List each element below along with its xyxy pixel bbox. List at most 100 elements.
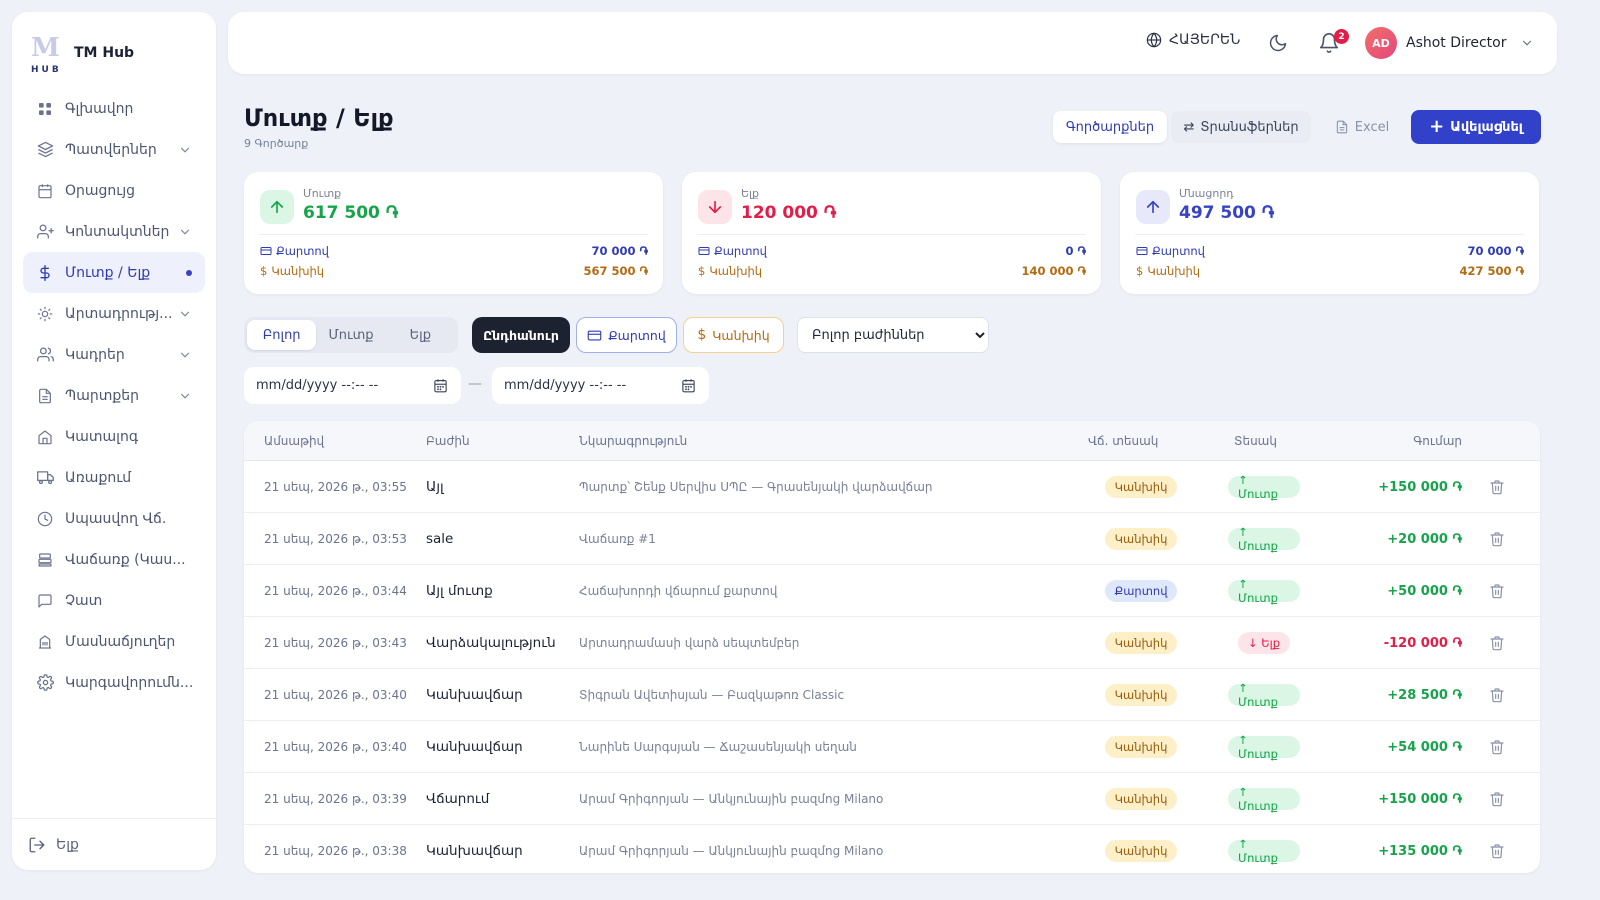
row-amount: +20 000 ֏ — [1387, 531, 1462, 547]
sidebar-item-label: Առաքում — [65, 469, 132, 486]
trash-icon[interactable] — [1489, 669, 1507, 721]
department-select[interactable]: Բոլոր բաժիններ — [797, 317, 989, 353]
moon-icon[interactable] — [1268, 33, 1288, 53]
row-amount: +28 500 ֏ — [1387, 687, 1462, 703]
operations-label: Գործարքներ — [1065, 119, 1155, 135]
card-row-cash: $ Կանխիկ 427 500 ֏ — [1136, 263, 1524, 279]
table-row[interactable]: 21 սեպ, 2026 թ., 03:39 Վճարում Արամ Գրիգոր… — [244, 773, 1540, 825]
trash-icon[interactable] — [1489, 461, 1507, 513]
sidebar-item[interactable]: Առաքում — [23, 457, 205, 498]
table-row[interactable]: 21 սեպ, 2026 թ., 03:43 Վարձակալություն Արտ… — [244, 617, 1540, 669]
table-row[interactable]: 21 սեպ, 2026 թ., 03:38 Կանխավճար Արամ Գրիգ… — [244, 825, 1540, 873]
brand[interactable]: M TM HUB TM Hub — [12, 12, 216, 76]
chevron-down-icon — [180, 393, 190, 399]
payment-type-badge: Կանխիկ — [1104, 736, 1178, 758]
type-badge: ↑ Մուտք — [1228, 681, 1300, 709]
row-date: 21 սեպ, 2026 թ., 03:44 — [264, 584, 407, 598]
excel-label: Excel — [1354, 119, 1390, 135]
card-value: 120 000 ֏ — [741, 203, 837, 223]
language-label: ՀԱՅԵՐԵՆ — [1169, 32, 1241, 48]
row-amount: +150 000 ֏ — [1378, 791, 1462, 807]
language-switcher[interactable]: ՀԱՅԵՐԵՆ — [1146, 32, 1240, 48]
sidebar-item[interactable]: Կատալոգ — [23, 416, 205, 457]
row-type-cell: ↑ Մուտք — [1228, 825, 1300, 873]
tab-all[interactable]: Բոլոր — [247, 320, 317, 350]
table-row[interactable]: 21 սեպ, 2026 թ., 03:40 Կանխավճար Նարինե Սա… — [244, 721, 1540, 773]
sidebar-item[interactable]: Գլխավոր — [23, 88, 205, 129]
user-menu[interactable]: AD Ashot Director — [1365, 27, 1534, 59]
sidebar-item-label: Արտադրությ... — [65, 305, 173, 322]
sidebar-item[interactable]: Սպասվող Վճ. — [23, 498, 205, 539]
trash-icon[interactable] — [1489, 617, 1507, 669]
table-row[interactable]: 21 սեպ, 2026 թ., 03:40 Կանխավճար Տիգրան Ավ… — [244, 669, 1540, 721]
trash-icon[interactable] — [1489, 825, 1507, 873]
row-date: 21 սեպ, 2026 թ., 03:53 — [264, 532, 407, 546]
table-row[interactable]: 21 սեպ, 2026 թ., 03:44 Այլ մուտք Հաճախորդի… — [244, 565, 1540, 617]
sidebar-item[interactable]: Կարգավորումն... — [23, 662, 205, 703]
row-department: Այլ մուտք — [426, 583, 493, 599]
date-from-input[interactable]: mm/dd/yyyy --:-- -- — [244, 367, 461, 404]
row-description: Տիգրան Ավետիսյան — Բազկաթոռ Classic — [579, 688, 845, 702]
filter-cash[interactable]: $ Կանխիկ — [683, 317, 784, 353]
tab-income[interactable]: Մուտք — [316, 320, 385, 350]
sidebar-item[interactable]: Կոնտակտներ — [23, 211, 205, 252]
truck-icon — [36, 469, 54, 487]
summary-card: Մուտք 617 500 ֏ Քարտով 70 000 ֏ $ Կանխիկ 567 5… — [244, 172, 663, 294]
row-payment-cell: Կանխիկ — [1104, 825, 1178, 873]
filter-card-label: Քարտով — [608, 327, 666, 343]
row-description: Վաճառք #1 — [579, 532, 656, 546]
credit-card-icon — [260, 245, 272, 257]
card-value: 617 500 ֏ — [303, 203, 399, 223]
excel-button[interactable]: Excel — [1325, 111, 1399, 143]
date-to-input[interactable]: mm/dd/yyyy --:-- -- — [492, 367, 709, 404]
col-payment-type[interactable]: Վճ. տեսակ — [1088, 434, 1158, 448]
transfers-tab[interactable]: ⇄ Տրանսֆերներ — [1171, 111, 1311, 143]
card-row-card: Քարտով 70 000 ֏ — [260, 243, 648, 259]
sidebar-item[interactable]: Չատ — [23, 580, 205, 621]
sidebar-item[interactable]: Մուտք / Ելք — [23, 252, 205, 293]
type-badge: ↑ Մուտք — [1228, 837, 1300, 865]
row-type-cell: ↑ Մուտք — [1228, 669, 1300, 721]
table-row[interactable]: 21 սեպ, 2026 թ., 03:53 sale Վաճառք #1 Կանխի… — [244, 513, 1540, 565]
row-date: 21 սեպ, 2026 թ., 03:55 — [264, 480, 407, 494]
row-description: Արամ Գրիգորյան — Անկյունային բազմոց Mila… — [579, 844, 884, 858]
calendar-icon[interactable] — [681, 378, 696, 393]
gear-icon — [36, 674, 54, 692]
trash-icon[interactable] — [1489, 513, 1507, 565]
type-filter-tabs: Բոլոր Մուտք Ելք — [244, 317, 458, 353]
col-date[interactable]: Ամսաթիվ — [264, 434, 324, 448]
sidebar-item[interactable]: Պարտքեր — [23, 375, 205, 416]
trash-icon[interactable] — [1489, 721, 1507, 773]
page-subtitle: 9 Գործարք — [244, 137, 309, 150]
col-department[interactable]: Բաժին — [426, 434, 470, 448]
page-title: Մուտք / Ելք — [244, 104, 394, 132]
calendar-icon[interactable] — [433, 378, 448, 393]
row-description: Նարինե Սարգսյան — Ճաշասենյակի սեղան — [579, 740, 857, 754]
type-badge: ↑ Մուտք — [1228, 733, 1300, 761]
filter-card[interactable]: Քարտով — [576, 317, 677, 353]
add-button[interactable]: + Ավելացնել — [1411, 110, 1541, 144]
sidebar-item[interactable]: Օրացույց — [23, 170, 205, 211]
sidebar-item[interactable]: Մասնաճյուղեր — [23, 621, 205, 662]
row-type-cell: ↑ Մուտք — [1228, 513, 1300, 565]
sidebar-item[interactable]: Պատվերներ — [23, 129, 205, 170]
table-row[interactable]: 21 սեպ, 2026 թ., 03:55 Այլ Պարտք՝ Շենք Սեր… — [244, 461, 1540, 513]
col-amount[interactable]: Գումար — [1413, 434, 1462, 448]
building-icon — [36, 633, 54, 651]
card-label: Ելք — [741, 187, 760, 200]
trash-icon[interactable] — [1489, 773, 1507, 825]
logout-button[interactable]: Ելք — [12, 818, 216, 870]
sidebar-item[interactable]: Արտադրությ... — [23, 293, 205, 334]
operations-tab[interactable]: Գործարքներ — [1053, 111, 1167, 143]
sidebar-item[interactable]: Վաճառք (Կաս... — [23, 539, 205, 580]
tab-expense[interactable]: Ելք — [386, 320, 455, 350]
sidebar-item[interactable]: Կադրեր — [23, 334, 205, 375]
col-type[interactable]: Տեսակ — [1234, 434, 1277, 448]
card-row-label: Քարտով — [714, 244, 767, 258]
filter-all-payments[interactable]: Ընդհանուր — [472, 317, 570, 353]
col-description[interactable]: Նկարագրություն — [579, 434, 687, 448]
trash-icon[interactable] — [1489, 565, 1507, 617]
register-icon — [36, 551, 54, 569]
row-description: Հաճախորդի վճարում քարտով — [579, 584, 778, 598]
row-amount: +50 000 ֏ — [1387, 583, 1462, 599]
